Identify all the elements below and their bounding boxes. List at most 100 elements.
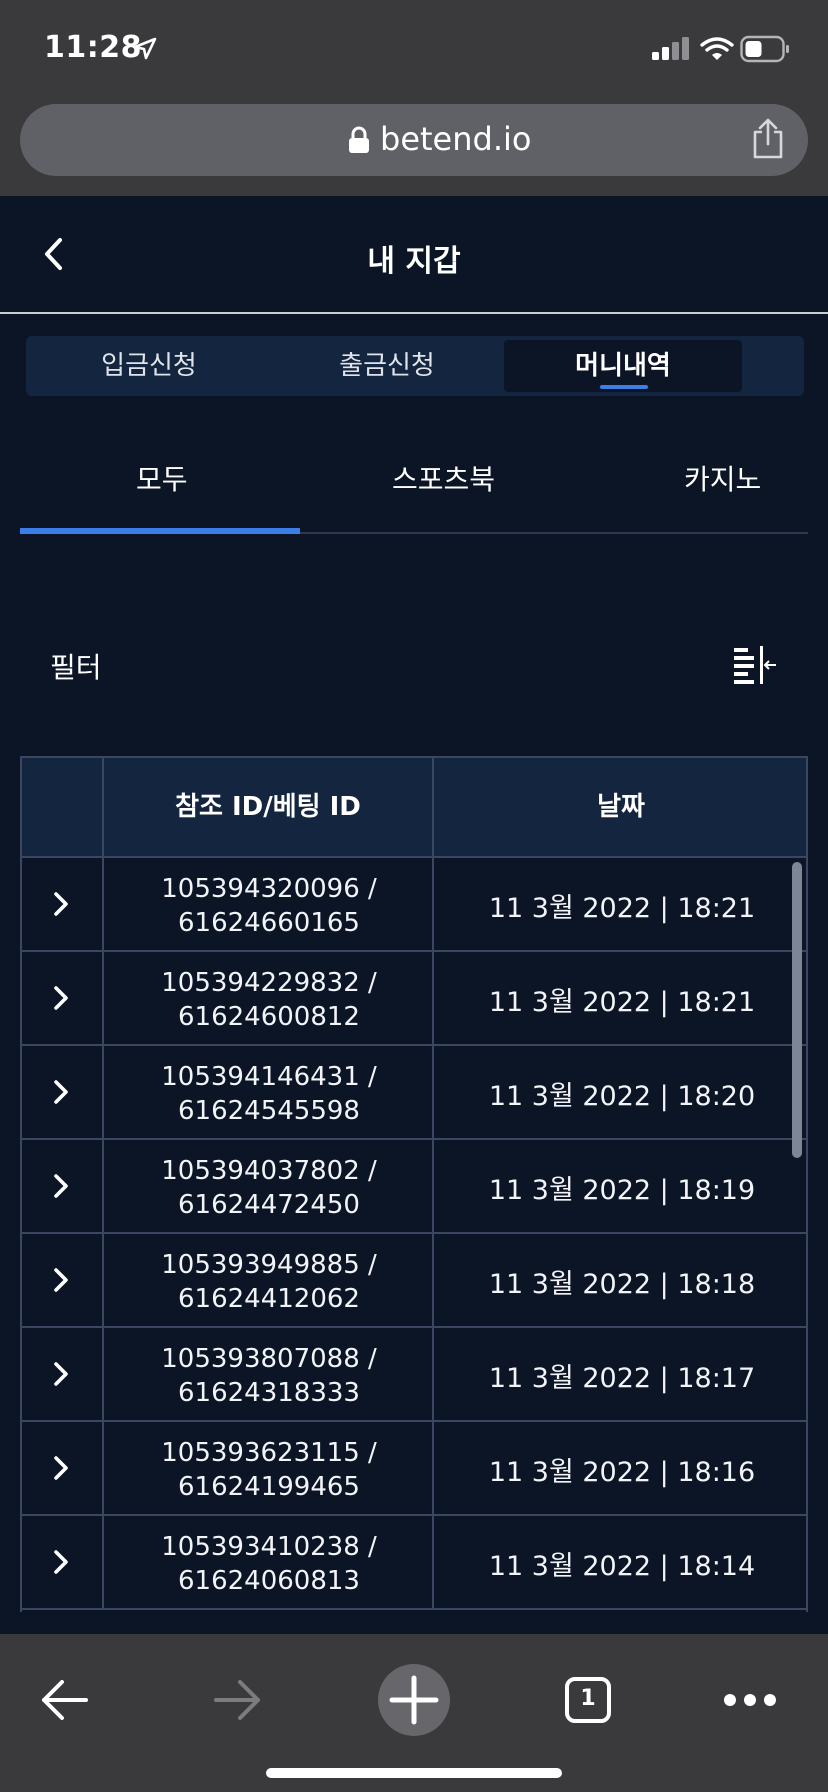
cellular-signal-icon (652, 37, 689, 60)
tab-withdraw-request[interactable]: 출금신청 (268, 340, 506, 392)
chevron-right-icon[interactable] (52, 890, 70, 918)
address-bar[interactable]: betend.io (20, 104, 808, 176)
date-cell: 11 3월 2022 | 18:20 (432, 1046, 806, 1138)
ref-id-cell: 105394146431 / 61624545598 (102, 1046, 432, 1138)
bet-id: 61624199465 (178, 1472, 360, 1502)
tab-all[interactable]: 모두 (136, 458, 188, 498)
date-cell: 11 3월 2022 | 18:19 (432, 1140, 806, 1232)
location-arrow-icon (133, 37, 157, 60)
ref-id: 105393623115 / (161, 1438, 377, 1468)
ref-id-cell: 105393949885 / 61624412062 (102, 1234, 432, 1326)
chevron-right-icon[interactable] (52, 1548, 70, 1576)
table-row[interactable]: 105394146431 / 61624545598 11 3월 2022 | 1… (22, 1046, 806, 1140)
column-header-ref-id: 참조 ID/베팅 ID (102, 758, 432, 858)
expand-cell[interactable] (22, 858, 102, 950)
date-value: 11 3월 2022 | 18:18 (488, 1269, 756, 1300)
bet-id: 61624060813 (178, 1566, 360, 1596)
ref-id-cell: 105394037802 / 61624472450 (102, 1140, 432, 1232)
date-cell: 11 3월 2022 | 18:16 (432, 1422, 806, 1514)
status-bar: 11:28 (0, 0, 828, 100)
date-value: 11 3월 2022 | 18:21 (488, 987, 756, 1018)
chevron-right-icon[interactable] (52, 1454, 70, 1482)
expand-cell[interactable] (22, 1234, 102, 1326)
table-row[interactable]: 105394229832 / 61624600812 11 3월 2022 | 1… (22, 952, 806, 1046)
bet-id: 61624660165 (178, 908, 360, 938)
bet-id: 61624600812 (178, 1002, 360, 1032)
table-row[interactable]: 105393410238 / 61624060813 11 3월 2022 | 1… (22, 1516, 806, 1610)
chevron-right-icon[interactable] (52, 1360, 70, 1388)
transactions-table: 참조 ID/베팅 ID 날짜 105394320096 / 61624660165… (20, 756, 808, 1612)
wallet-segment-tabs: 입금신청 출금신청 머니내역 (26, 336, 804, 396)
battery-icon (740, 35, 789, 63)
tab-money-history[interactable]: 머니내역 (504, 340, 742, 392)
date-value: 11 3월 2022 | 18:14 (488, 1551, 756, 1582)
ref-id: 105394229832 / (161, 968, 377, 998)
table-header: 참조 ID/베팅 ID 날짜 (22, 758, 806, 858)
expand-cell[interactable] (22, 1140, 102, 1232)
chevron-right-icon[interactable] (52, 1266, 70, 1294)
tab-casino[interactable]: 카지노 (684, 458, 761, 498)
tabs-count: 1 (580, 1686, 596, 1711)
ref-id: 105394146431 / (161, 1062, 377, 1092)
expand-cell[interactable] (22, 1422, 102, 1514)
table-scrollbar[interactable] (792, 862, 802, 1158)
expand-cell[interactable] (22, 952, 102, 1044)
url-text: betend.io (380, 120, 532, 158)
bet-id: 61624545598 (178, 1096, 360, 1126)
app-header: 내 지갑 (0, 196, 828, 314)
table-row[interactable]: 105393623115 / 61624199465 11 3월 2022 | 1… (22, 1422, 806, 1516)
tab-label: 출금신청 (339, 351, 435, 381)
new-tab-plus-icon[interactable] (378, 1664, 450, 1736)
column-header-expand (22, 758, 102, 858)
date-value: 11 3월 2022 | 18:17 (488, 1363, 756, 1394)
date-value: 11 3월 2022 | 18:16 (488, 1457, 756, 1488)
ref-id: 105394320096 / (161, 874, 377, 904)
browser-bottom-toolbar: 1 (0, 1634, 828, 1792)
lock-icon (349, 126, 369, 153)
chevron-right-icon[interactable] (52, 1172, 70, 1200)
ref-id-cell: 105394320096 / 61624660165 (102, 858, 432, 950)
date-value: 11 3월 2022 | 18:21 (488, 893, 756, 924)
expand-cell[interactable] (22, 1516, 102, 1608)
expand-cell[interactable] (22, 1046, 102, 1138)
status-time: 11:28 (44, 30, 142, 65)
ref-id-cell: 105393623115 / 61624199465 (102, 1422, 432, 1514)
page-title: 내 지갑 (367, 244, 461, 279)
bet-id: 61624472450 (178, 1190, 360, 1220)
tab-label: 입금신청 (101, 351, 197, 381)
tab-label: 머니내역 (575, 351, 671, 381)
table-row[interactable]: 105393949885 / 61624412062 11 3월 2022 | 1… (22, 1234, 806, 1328)
chevron-right-icon[interactable] (52, 1078, 70, 1106)
category-tabs: 모두 스포츠북 카지노 (20, 430, 808, 534)
ref-id: 105394037802 / (161, 1156, 377, 1186)
filter-label[interactable]: 필터 (50, 646, 102, 686)
date-cell: 11 3월 2022 | 18:17 (432, 1328, 806, 1420)
date-value: 11 3월 2022 | 18:20 (488, 1081, 756, 1112)
table-row[interactable]: 105393807088 / 61624318333 11 3월 2022 | 1… (22, 1328, 806, 1422)
date-cell: 11 3월 2022 | 18:21 (432, 952, 806, 1044)
share-icon[interactable] (748, 118, 788, 160)
forward-arrow-icon[interactable] (212, 1678, 264, 1722)
home-indicator (266, 1768, 562, 1778)
table-row[interactable]: 105394037802 / 61624472450 11 3월 2022 | 1… (22, 1140, 806, 1234)
more-options-icon[interactable] (722, 1690, 778, 1710)
ref-id: 105393410238 / (161, 1532, 377, 1562)
chevron-right-icon[interactable] (52, 984, 70, 1012)
filter-collapse-icon[interactable] (732, 644, 778, 684)
tab-deposit-request[interactable]: 입금신청 (30, 340, 268, 392)
expand-cell[interactable] (22, 1328, 102, 1420)
tab-sportsbook[interactable]: 스포츠북 (392, 458, 495, 498)
date-value: 11 3월 2022 | 18:19 (488, 1175, 756, 1206)
active-category-indicator (20, 528, 300, 534)
ref-id-cell: 105393807088 / 61624318333 (102, 1328, 432, 1420)
table-row[interactable]: 105394320096 / 61624660165 11 3월 2022 | 1… (22, 858, 806, 952)
date-cell: 11 3월 2022 | 18:18 (432, 1234, 806, 1326)
date-cell: 11 3월 2022 | 18:14 (432, 1516, 806, 1608)
column-header-date: 날짜 (432, 758, 806, 858)
browser-top-chrome: 11:28 betend.io (0, 0, 828, 196)
wifi-icon (700, 37, 734, 60)
back-arrow-icon[interactable] (38, 1678, 90, 1722)
bet-id: 61624318333 (178, 1378, 360, 1408)
ref-id-cell: 105393410238 / 61624060813 (102, 1516, 432, 1608)
date-cell: 11 3월 2022 | 18:21 (432, 858, 806, 950)
